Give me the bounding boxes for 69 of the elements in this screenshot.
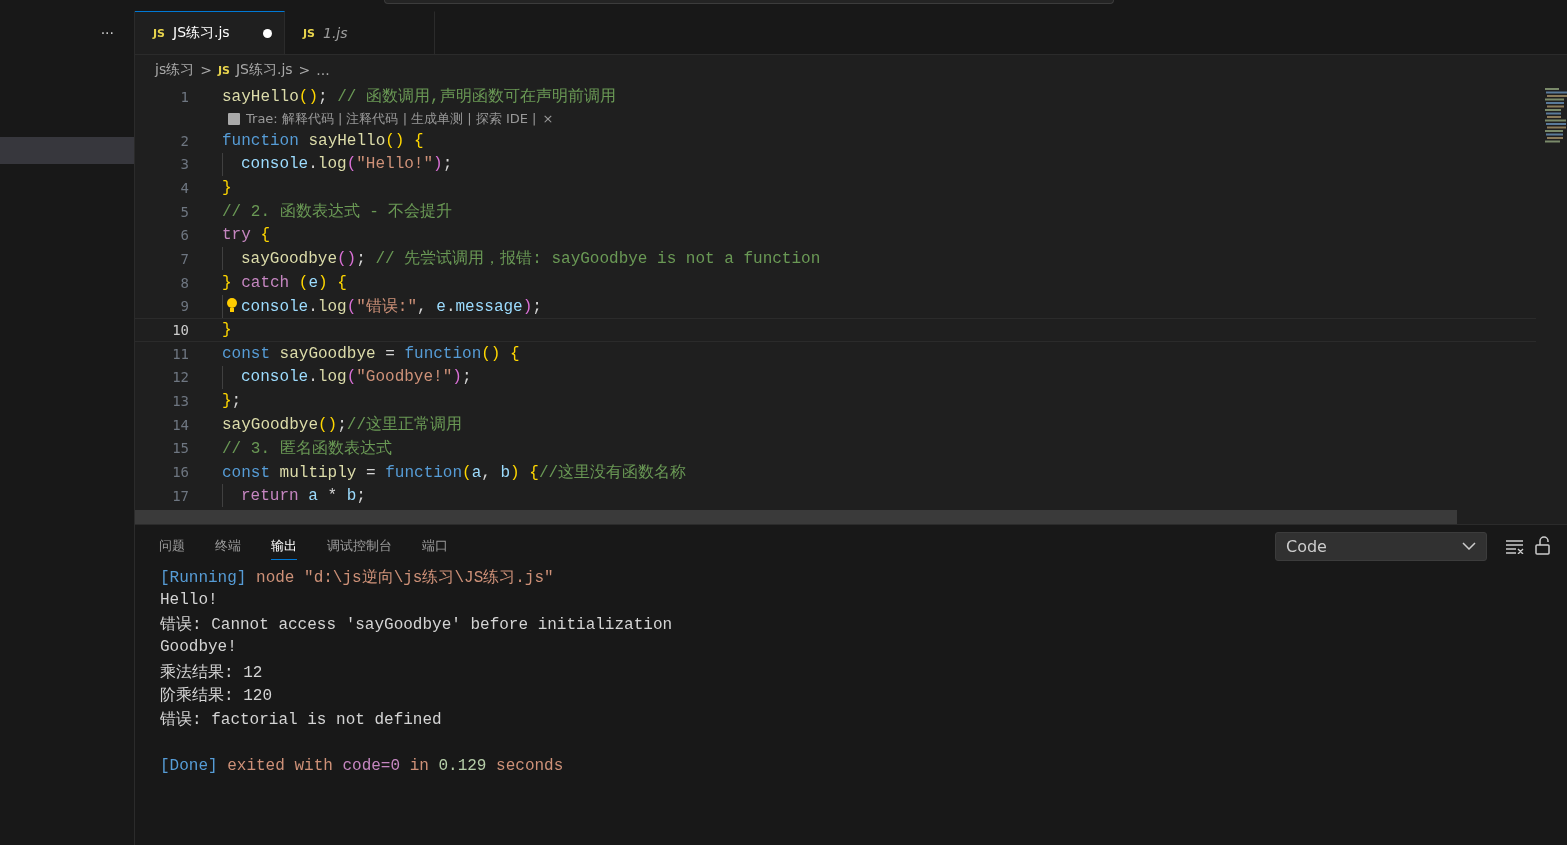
code-line: sayGoodbye();//这里正常调用 xyxy=(222,414,463,436)
output-channel-select[interactable]: Code xyxy=(1275,531,1487,561)
breadcrumb-folder[interactable]: js练习 xyxy=(155,61,195,79)
code-line: } xyxy=(222,321,232,340)
code-line: }; xyxy=(222,392,242,411)
trae-icon xyxy=(228,112,240,125)
lightbulb-icon[interactable] xyxy=(227,298,237,315)
line-number: 10 xyxy=(171,322,189,339)
code-line: return a * b; xyxy=(241,486,366,505)
code-line: console.log("Goodbye!"); xyxy=(241,368,472,387)
breadcrumb-symbol[interactable]: ... xyxy=(316,62,330,78)
clear-output-icon[interactable] xyxy=(1505,538,1525,554)
output-line: [Running] node "d:\js逆向\js练习\JS练习.js" xyxy=(160,568,554,589)
code-line: function sayHello() { xyxy=(222,131,424,150)
line-number: 4 xyxy=(179,179,189,196)
code-line: // 3. 匿名函数表达式 xyxy=(222,438,392,459)
panel-tab[interactable]: 输出 xyxy=(271,532,297,560)
breadcrumb-separator: > xyxy=(200,62,212,78)
line-number: 17 xyxy=(171,487,189,504)
codelens-actions[interactable]: Trae: 解释代码 | 注释代码 | 生成单测 | 探索 IDE | xyxy=(246,109,537,128)
output-line: 阶乘结果: 120 xyxy=(160,685,272,708)
panel-tab[interactable]: 终端 xyxy=(215,532,241,560)
line-number: 1 xyxy=(179,88,189,105)
line-number: 9 xyxy=(179,298,189,315)
line-number: 15 xyxy=(171,440,189,457)
js-file-icon: JS xyxy=(303,26,315,40)
code-line: console.log("Hello!"); xyxy=(241,155,453,174)
code-line: // 2. 函数表达式 - 不会提升 xyxy=(222,202,453,223)
tab-label: JS练习.js xyxy=(173,24,231,42)
breadcrumb-file[interactable]: JS练习.js xyxy=(235,61,293,79)
line-number: 14 xyxy=(171,416,189,433)
output-line: Goodbye! xyxy=(160,638,237,659)
code-line: console.log("错误:", e.message); xyxy=(241,296,542,317)
breadcrumb-separator: > xyxy=(298,62,311,78)
line-number: 6 xyxy=(179,227,189,244)
output-line: [Done] exited with code=0 in 0.129 seconds xyxy=(160,756,564,777)
js-file-icon: JS xyxy=(217,63,230,77)
scrollbar[interactable] xyxy=(135,510,1457,524)
line-number: 3 xyxy=(179,156,189,173)
minimap[interactable] xyxy=(1545,85,1567,145)
js-file-icon: JS xyxy=(153,26,165,40)
panel-tab[interactable]: 问题 xyxy=(159,532,185,560)
line-number: 7 xyxy=(179,250,189,267)
panel-tab[interactable]: 调试控制台 xyxy=(327,532,392,560)
code-line: sayGoodbye(); // 先尝试调用，报错: sayGoodbye is not a function xyxy=(241,249,821,270)
panel-tab[interactable]: 端口 xyxy=(422,532,448,560)
line-number: 12 xyxy=(171,369,189,386)
code-line: } catch (e) { xyxy=(222,273,347,292)
line-number: 2 xyxy=(179,132,189,149)
editor-tab[interactable]: JS JS练习.js xyxy=(135,11,285,54)
line-number: 8 xyxy=(179,274,189,291)
tab-label: 1.js xyxy=(323,25,349,41)
more-actions[interactable]: ··· xyxy=(100,25,114,41)
unlock-icon[interactable] xyxy=(1535,536,1551,556)
code-line: const sayGoodbye = function() { xyxy=(222,344,520,363)
code-line: } xyxy=(222,178,232,197)
line-number: 16 xyxy=(171,464,189,481)
line-number: 11 xyxy=(171,345,189,362)
chevron-down-icon xyxy=(1462,542,1476,550)
code-line: try { xyxy=(222,226,270,245)
output-line: 错误: factorial is not defined xyxy=(160,710,442,732)
output-line: Hello! xyxy=(160,590,218,611)
line-number: 5 xyxy=(179,203,189,220)
code-line: const multiply = function(a, b) {//这里没有函数名称 xyxy=(222,462,687,483)
line-number: 13 xyxy=(171,393,189,410)
close-icon[interactable]: × xyxy=(542,111,554,127)
output-line: 错误: Cannot access 'sayGoodbye' before initialization xyxy=(160,615,673,637)
output-line: 乘法结果: 12 xyxy=(160,662,263,684)
code-line: sayHello(); // 函数调用,声明函数可在声明前调用 xyxy=(222,87,616,108)
